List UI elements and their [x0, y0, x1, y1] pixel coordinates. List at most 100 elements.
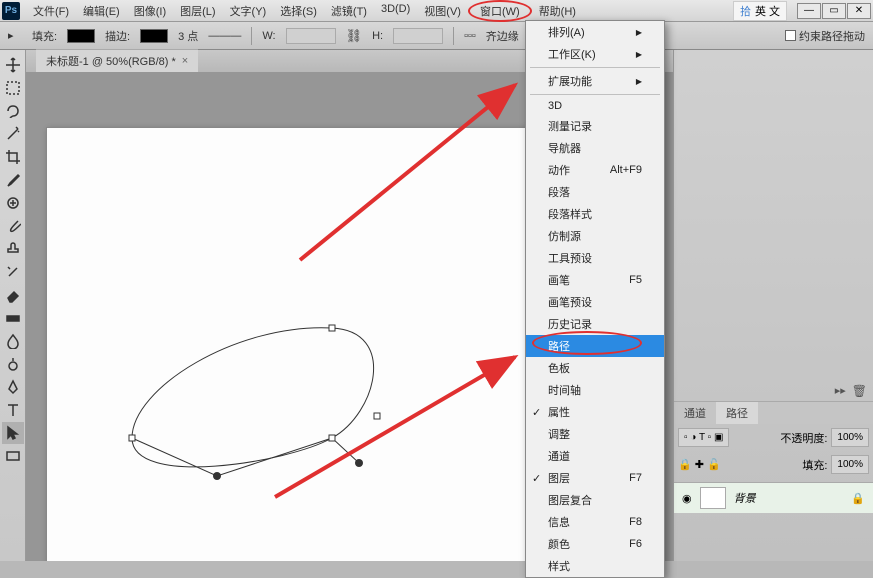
lock-icon: 🔒: [851, 492, 865, 505]
lasso-tool[interactable]: [2, 100, 24, 122]
collapse-panel-icon[interactable]: ▸▸: [835, 384, 846, 397]
lock-icons[interactable]: 🔒 ✚ 🔓: [678, 458, 721, 471]
menu-item-adjustments[interactable]: 调整: [526, 423, 664, 445]
menu-item-styles[interactable]: 样式: [526, 555, 664, 577]
close-button[interactable]: ✕: [847, 3, 871, 19]
menu-file[interactable]: 文件(F): [26, 0, 76, 22]
eraser-tool[interactable]: [2, 284, 24, 306]
menu-item-label: 样式: [548, 558, 570, 574]
menu-item-properties[interactable]: 属性 ✓: [526, 401, 664, 423]
menu-help[interactable]: 帮助(H): [532, 0, 583, 22]
type-tool[interactable]: [2, 399, 24, 421]
align-buttons[interactable]: ▫▫▫: [464, 30, 476, 42]
menu-item-layercomps[interactable]: 图层复合: [526, 489, 664, 511]
ime-lang: 英 文: [755, 3, 780, 19]
marquee-tool[interactable]: [2, 77, 24, 99]
menu-item-workspace[interactable]: 工作区(K)▶: [526, 43, 664, 65]
menu-item-actions[interactable]: 动作Alt+F9: [526, 159, 664, 181]
menu-item-paths[interactable]: 路径: [526, 335, 664, 357]
menu-item-clonesource[interactable]: 仿制源: [526, 225, 664, 247]
menu-item-paragraph[interactable]: 段落: [526, 181, 664, 203]
h-label: H:: [372, 30, 383, 42]
menu-item-extensions[interactable]: 扩展功能▶: [526, 70, 664, 92]
layer-thumbnail: [700, 487, 726, 509]
ime-indicator[interactable]: 拾 英 文: [733, 1, 787, 21]
menu-item-timeline[interactable]: 时间轴: [526, 379, 664, 401]
menu-item-label: 3D: [548, 100, 562, 112]
menu-item-brush[interactable]: 画笔F5: [526, 269, 664, 291]
gradient-tool[interactable]: [2, 307, 24, 329]
stamp-tool[interactable]: [2, 238, 24, 260]
menu-item-navigator[interactable]: 导航器: [526, 137, 664, 159]
menu-item-swatches[interactable]: 色板: [526, 357, 664, 379]
menu-shortcut: Alt+F9: [610, 164, 642, 176]
rectangle-tool[interactable]: [2, 445, 24, 467]
titlebar-right: 拾 英 文 — ▭ ✕: [733, 1, 871, 21]
stroke-width[interactable]: 3 点: [178, 28, 198, 44]
layer-background[interactable]: ◉ 背景 🔒: [674, 483, 873, 513]
check-icon: ✓: [532, 406, 541, 419]
tab-channels[interactable]: 通道: [674, 402, 716, 424]
width-field[interactable]: [286, 28, 336, 44]
menu-view[interactable]: 视图(V): [417, 0, 468, 22]
wand-tool[interactable]: [2, 123, 24, 145]
stroke-swatch[interactable]: [140, 29, 168, 43]
menu-item-parastyles[interactable]: 段落样式: [526, 203, 664, 225]
delete-icon[interactable]: 🗑: [852, 384, 867, 398]
lock-row: 🔒 ✚ 🔓 填充: 100%: [674, 451, 873, 478]
constrain-checkbox[interactable]: 约束路径拖动: [785, 28, 865, 44]
visibility-icon[interactable]: ◉: [682, 492, 692, 505]
menu-item-brushpresets[interactable]: 画笔预设: [526, 291, 664, 313]
menu-item-toolpresets[interactable]: 工具预设: [526, 247, 664, 269]
layer-name: 背景: [734, 490, 756, 506]
menu-item-label: 属性: [548, 404, 570, 420]
menu-type[interactable]: 文字(Y): [223, 0, 274, 22]
menu-item-channels[interactable]: 通道: [526, 445, 664, 467]
menu-filter[interactable]: 滤镜(T): [324, 0, 374, 22]
menu-item-label: 扩展功能: [548, 73, 592, 89]
close-doc-icon[interactable]: ×: [182, 55, 188, 67]
path-selection-icon[interactable]: ▸: [8, 29, 22, 43]
check-icon: ✓: [532, 472, 541, 485]
w-label: W:: [262, 30, 275, 42]
crop-tool[interactable]: [2, 146, 24, 168]
menu-image[interactable]: 图像(I): [127, 0, 173, 22]
divider: [251, 27, 252, 45]
opacity-value[interactable]: 100%: [831, 428, 869, 447]
history-brush-tool[interactable]: [2, 261, 24, 283]
menu-item-color[interactable]: 颜色F6: [526, 533, 664, 555]
height-field[interactable]: [393, 28, 443, 44]
tab-paths[interactable]: 路径: [716, 402, 758, 424]
fill-swatch[interactable]: [67, 29, 95, 43]
menu-edit[interactable]: 编辑(E): [76, 0, 127, 22]
filter-kind[interactable]: ▫ ◑ T ▫ ▣: [678, 428, 729, 447]
minimize-button[interactable]: —: [797, 3, 821, 19]
move-tool[interactable]: [2, 54, 24, 76]
stroke-style[interactable]: ———: [208, 30, 241, 42]
menu-item-history[interactable]: 历史记录: [526, 313, 664, 335]
menu-item-layers[interactable]: 图层✓F7: [526, 467, 664, 489]
spot-heal-tool[interactable]: [2, 192, 24, 214]
menu-layer[interactable]: 图层(L): [173, 0, 222, 22]
chain-icon[interactable]: ⛓: [346, 28, 363, 44]
menu-item-measurement[interactable]: 测量记录: [526, 115, 664, 137]
menu-separator: [530, 67, 660, 68]
menu-3d[interactable]: 3D(D): [374, 0, 417, 22]
brush-tool[interactable]: [2, 215, 24, 237]
blur-tool[interactable]: [2, 330, 24, 352]
dodge-tool[interactable]: [2, 353, 24, 375]
path-selection-tool[interactable]: [2, 422, 24, 444]
menu-item-info[interactable]: 信息F8: [526, 511, 664, 533]
menu-shortcut: F7: [629, 472, 642, 484]
doc-tab[interactable]: 未标题-1 @ 50%(RGB/8) * ×: [36, 49, 198, 72]
menu-item-label: 工具预设: [548, 250, 592, 266]
maximize-button[interactable]: ▭: [822, 3, 846, 19]
menu-window[interactable]: 窗口(W): [468, 0, 532, 22]
menu-separator: [530, 94, 660, 95]
fill-value[interactable]: 100%: [831, 455, 869, 474]
menu-item-3d[interactable]: 3D: [526, 97, 664, 115]
eyedropper-tool[interactable]: [2, 169, 24, 191]
pen-tool[interactable]: [2, 376, 24, 398]
menu-item-arrange[interactable]: 排列(A)▶: [526, 21, 664, 43]
menu-select[interactable]: 选择(S): [273, 0, 324, 22]
